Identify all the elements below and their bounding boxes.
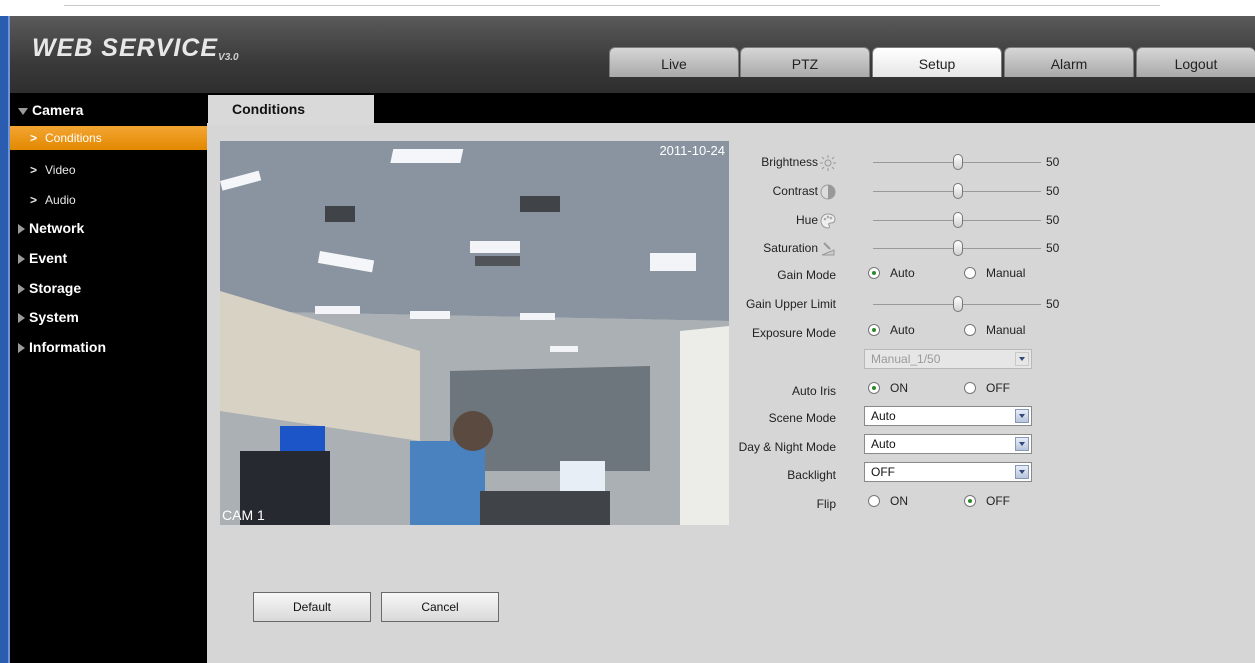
flip-label: Flip bbox=[816, 497, 836, 511]
sidebar-item-label: System bbox=[29, 309, 79, 325]
saturation-label: Saturation bbox=[706, 241, 836, 257]
chevron-right-icon: > bbox=[30, 131, 38, 145]
brightness-slider[interactable] bbox=[873, 154, 1041, 170]
radio-selected-icon bbox=[868, 267, 880, 279]
sidebar-item-label: Network bbox=[29, 220, 85, 236]
chevron-right-icon: > bbox=[30, 193, 38, 207]
scene-mode-select[interactable]: Auto bbox=[864, 406, 1032, 426]
sidebar-item-storage[interactable]: Storage bbox=[10, 273, 207, 303]
tab-ptz[interactable]: PTZ bbox=[740, 47, 870, 77]
sidebar-item-label: Storage bbox=[29, 280, 82, 296]
contrast-slider[interactable] bbox=[873, 183, 1041, 199]
saturation-value: 50 bbox=[1046, 241, 1060, 255]
hue-slider[interactable] bbox=[873, 212, 1041, 228]
backlight-label: Backlight bbox=[787, 468, 836, 482]
auto-iris-label: Auto Iris bbox=[791, 384, 836, 398]
slider-knob[interactable] bbox=[953, 296, 963, 312]
default-button[interactable]: Default bbox=[253, 592, 371, 622]
auto-iris-on-radio[interactable]: ON bbox=[868, 381, 908, 395]
gain-upper-limit-slider[interactable] bbox=[873, 296, 1041, 312]
exposure-mode-label: Exposure Mode bbox=[751, 326, 836, 340]
sidebar-item-conditions[interactable]: > Conditions bbox=[10, 126, 207, 150]
backlight-select[interactable]: OFF bbox=[864, 462, 1032, 482]
sidebar-item-network[interactable]: Network bbox=[10, 213, 207, 243]
brightness-label: Brightness bbox=[706, 155, 836, 171]
gain-mode-label: Gain Mode bbox=[777, 268, 836, 282]
exposure-manual-radio[interactable]: Manual bbox=[964, 323, 1025, 337]
radio-unselected-icon bbox=[964, 382, 976, 394]
flip-on-radio[interactable]: ON bbox=[868, 494, 908, 508]
contrast-value: 50 bbox=[1046, 184, 1060, 198]
hue-label: Hue bbox=[706, 213, 836, 229]
cancel-button[interactable]: Cancel bbox=[381, 592, 499, 622]
chevron-down-icon bbox=[1015, 465, 1029, 479]
expand-right-icon bbox=[18, 284, 25, 295]
sidebar-item-label: Event bbox=[29, 250, 68, 266]
tab-setup[interactable]: Setup bbox=[872, 47, 1002, 77]
chevron-down-icon bbox=[1015, 352, 1029, 366]
chevron-down-icon bbox=[1015, 437, 1029, 451]
gain-upper-limit-value: 50 bbox=[1046, 297, 1060, 311]
expand-down-icon bbox=[18, 107, 28, 115]
app-logo: WEB SERVICEV3.0 bbox=[32, 34, 239, 63]
expand-right-icon bbox=[18, 313, 25, 324]
tab-conditions[interactable]: Conditions bbox=[208, 95, 374, 125]
sidebar-item-label: Camera bbox=[32, 102, 84, 118]
contrast-icon bbox=[820, 184, 836, 200]
auto-iris-off-radio[interactable]: OFF bbox=[964, 381, 1010, 395]
day-night-mode-select[interactable]: Auto bbox=[864, 434, 1032, 454]
window-frame-left bbox=[0, 16, 8, 663]
tab-live[interactable]: Live bbox=[609, 47, 739, 77]
sidebar: Camera > Conditions > Video > Audio Network… bbox=[10, 93, 207, 663]
gain-mode-auto-radio[interactable]: Auto bbox=[868, 266, 915, 280]
camera-preview: 2011-10-24 CAM 1 bbox=[220, 141, 729, 525]
sidebar-item-video[interactable]: > Video bbox=[10, 158, 207, 182]
radio-unselected-icon bbox=[964, 324, 976, 336]
chevron-right-icon: > bbox=[30, 163, 38, 177]
expand-right-icon bbox=[18, 254, 25, 265]
tab-alarm[interactable]: Alarm bbox=[1004, 47, 1134, 77]
radio-selected-icon bbox=[964, 495, 976, 507]
day-night-mode-label: Day & Night Mode bbox=[738, 440, 836, 454]
saturation-slider[interactable] bbox=[873, 240, 1041, 256]
slider-knob[interactable] bbox=[953, 154, 963, 170]
tab-logout[interactable]: Logout bbox=[1136, 47, 1255, 77]
gain-mode-manual-radio[interactable]: Manual bbox=[964, 266, 1025, 280]
saturation-icon bbox=[820, 241, 836, 257]
camera-label: CAM 1 bbox=[222, 507, 265, 523]
sidebar-item-information[interactable]: Information bbox=[10, 332, 207, 362]
gain-upper-limit-label: Gain Upper Limit bbox=[745, 297, 836, 311]
radio-selected-icon bbox=[868, 382, 880, 394]
expand-right-icon bbox=[18, 224, 25, 235]
exposure-value-select: Manual_1/50 bbox=[864, 349, 1032, 369]
scene-mode-label: Scene Mode bbox=[768, 411, 836, 425]
sidebar-item-label: Video bbox=[45, 163, 76, 177]
contrast-label: Contrast bbox=[706, 184, 836, 200]
sidebar-item-label: Information bbox=[29, 339, 106, 355]
top-strip bbox=[0, 0, 1255, 16]
hue-value: 50 bbox=[1046, 213, 1060, 227]
flip-off-radio[interactable]: OFF bbox=[964, 494, 1010, 508]
sidebar-item-audio[interactable]: > Audio bbox=[10, 188, 207, 212]
palette-icon bbox=[820, 213, 836, 229]
radio-unselected-icon bbox=[964, 267, 976, 279]
slider-knob[interactable] bbox=[953, 212, 963, 228]
chevron-down-icon bbox=[1015, 409, 1029, 423]
sidebar-item-event[interactable]: Event bbox=[10, 243, 207, 273]
slider-knob[interactable] bbox=[953, 183, 963, 199]
expand-right-icon bbox=[18, 343, 25, 354]
slider-knob[interactable] bbox=[953, 240, 963, 256]
sidebar-item-system[interactable]: System bbox=[10, 302, 207, 332]
radio-selected-icon bbox=[868, 324, 880, 336]
sun-icon bbox=[820, 155, 836, 171]
sidebar-item-label: Conditions bbox=[45, 131, 102, 145]
brightness-value: 50 bbox=[1046, 155, 1060, 169]
camera-scene-image bbox=[220, 141, 729, 525]
sidebar-item-camera[interactable]: Camera bbox=[10, 95, 207, 125]
sidebar-item-label: Audio bbox=[45, 193, 76, 207]
radio-unselected-icon bbox=[868, 495, 880, 507]
exposure-auto-radio[interactable]: Auto bbox=[868, 323, 915, 337]
